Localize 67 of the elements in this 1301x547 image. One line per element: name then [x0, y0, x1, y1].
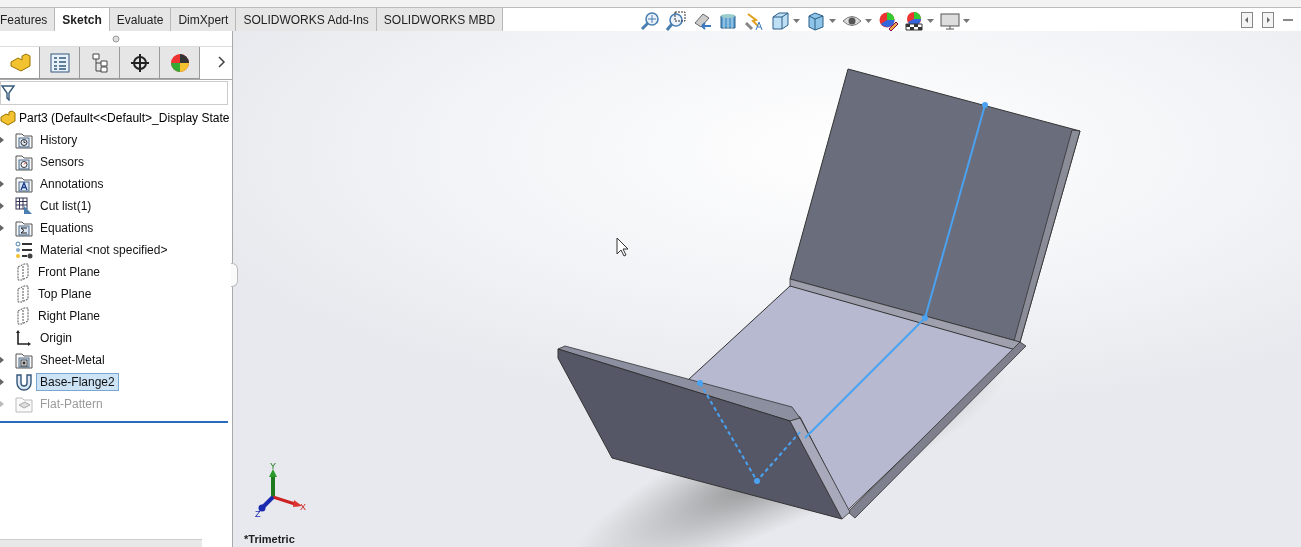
axis-label: Y: [270, 461, 276, 471]
panel-tab[interactable]: [160, 47, 200, 79]
zoom-to-fit-icon: [640, 11, 661, 31]
panel-left-icon: [1241, 11, 1253, 28]
cursor-icon: [616, 237, 629, 257]
monitor-icon: [940, 11, 961, 31]
command-tab[interactable]: DimXpert: [171, 8, 237, 31]
color-wheel-icon: [169, 52, 190, 73]
flange-icon: [15, 373, 33, 391]
minimize-icon: [1283, 18, 1293, 21]
history-folder-icon: [15, 131, 33, 149]
tree-item[interactable]: Annotations: [36, 175, 108, 193]
annotation-view-icon: [744, 11, 765, 31]
tree-item[interactable]: Sensors: [36, 153, 89, 171]
tree-item[interactable]: Cut list(1): [36, 197, 96, 215]
command-tab[interactable]: SOLIDWORKS MBD: [376, 8, 504, 31]
part-icon: [0, 110, 16, 126]
tree-item[interactable]: Material <not specified>: [36, 241, 172, 259]
filter-field[interactable]: [0, 81, 228, 105]
part-icon: [8, 51, 31, 74]
sensors-folder-icon: [15, 153, 33, 171]
command-tab[interactable]: SOLIDWORKS Add-Ins: [236, 8, 377, 31]
command-tab[interactable]: Features: [0, 8, 56, 31]
command-tab[interactable]: Evaluate: [109, 8, 172, 31]
caret-icon: [793, 18, 801, 24]
tree-item[interactable]: Equations: [36, 219, 98, 237]
hierarchy-icon: [90, 52, 109, 73]
axis-triad-icon: [258, 469, 302, 512]
tree-item[interactable]: Base-Flange2: [36, 373, 119, 391]
caret-icon: [829, 18, 837, 24]
tree-item[interactable]: Origin: [36, 329, 76, 347]
tree-item[interactable]: History: [36, 131, 82, 149]
tree-item[interactable]: Top Plane: [34, 285, 96, 303]
panel-tab[interactable]: [120, 47, 160, 79]
grip-dot-icon: [112, 34, 120, 43]
flat-pattern-folder-icon: [15, 395, 33, 413]
appearance-icon: [878, 11, 899, 31]
zoom-area-icon: [666, 11, 687, 31]
plane-icon: [15, 285, 31, 303]
tree-item[interactable]: Front Plane: [34, 263, 105, 281]
property-list-icon: [49, 52, 70, 73]
origin-icon: [15, 329, 33, 347]
axis-label: X: [300, 502, 306, 512]
plane-icon: [15, 307, 31, 325]
command-tab[interactable]: Sketch: [55, 8, 110, 32]
previous-view-icon: [692, 11, 713, 31]
caret-icon: [865, 18, 873, 24]
view-label: *Trimetric: [244, 533, 295, 545]
scrollbar[interactable]: [0, 539, 202, 547]
panel-right-icon: [1262, 11, 1274, 28]
caret-icon: [927, 18, 935, 24]
section-view-icon: [718, 11, 739, 31]
equations-folder-icon: [15, 219, 33, 237]
crosshair-icon: [129, 52, 150, 73]
chevron-right-icon: [218, 55, 226, 68]
caret-icon: [963, 18, 971, 24]
display-style-icon: [806, 11, 827, 31]
material-icon: [15, 241, 33, 259]
sheet-metal-folder-icon: [15, 351, 33, 369]
tree-item[interactable]: Sheet-Metal: [36, 351, 109, 369]
view-orientation-icon: [770, 11, 791, 31]
tree-item[interactable]: Right Plane: [34, 307, 105, 325]
cut-list-icon: [15, 197, 33, 215]
axis-label: Z: [255, 509, 261, 519]
annotations-folder-icon: [15, 175, 33, 193]
plane-icon: [15, 263, 31, 281]
tree-item[interactable]: Part3 (Default<<Default>_Display State: [19, 111, 230, 125]
